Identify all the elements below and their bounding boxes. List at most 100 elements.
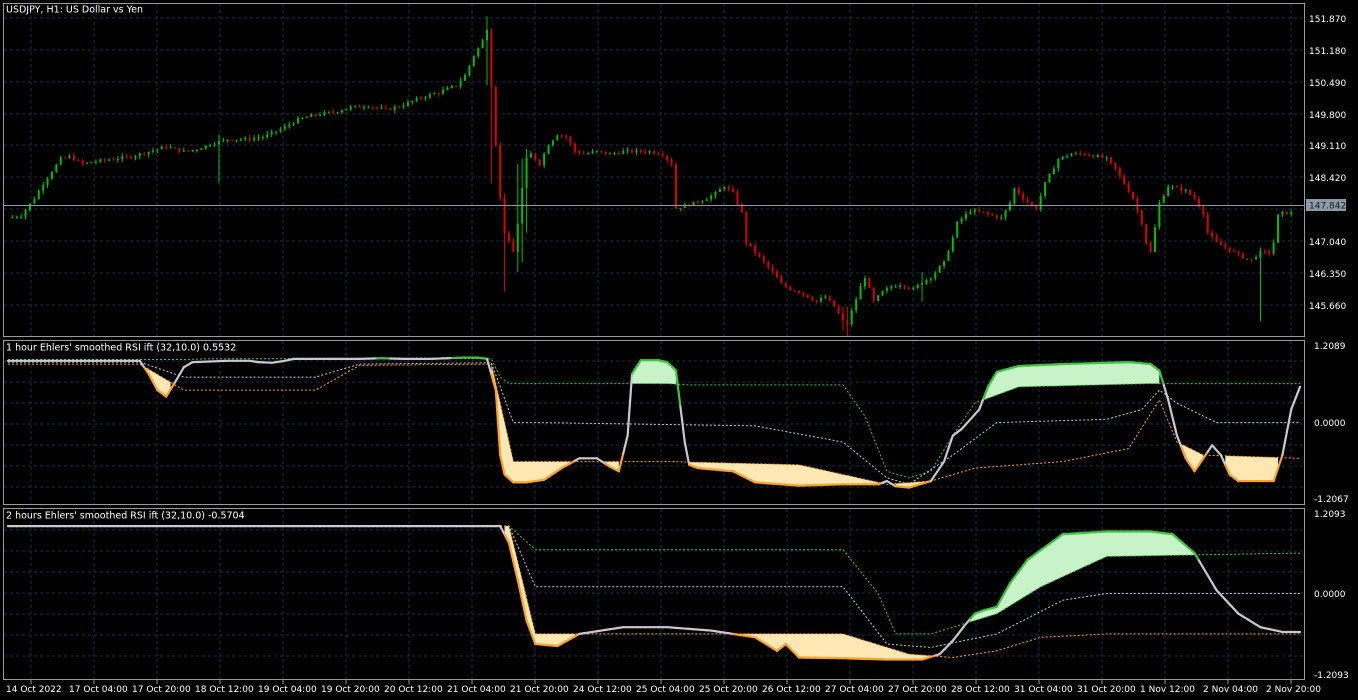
candle-body — [1083, 153, 1086, 155]
candle-body — [762, 256, 765, 262]
candle-body — [1061, 156, 1064, 160]
candle-body — [442, 89, 445, 94]
candle-body — [516, 223, 519, 253]
candle-body — [376, 107, 379, 109]
candle-body — [1272, 242, 1275, 254]
candle-body — [134, 156, 137, 158]
candle-body — [1263, 250, 1266, 252]
candle-body — [718, 189, 721, 193]
candle-body — [534, 153, 537, 160]
candle-body — [297, 118, 300, 124]
candle-body — [1088, 154, 1091, 156]
candle-body — [191, 149, 194, 151]
candle-body — [789, 286, 792, 291]
candle-body — [354, 105, 357, 107]
candle-body — [86, 162, 89, 164]
ind2-scale-min: -1.2093 — [1314, 671, 1349, 681]
time-label: 18 Oct 12:00 — [195, 685, 254, 695]
candle-body — [512, 241, 515, 253]
candle-body — [1206, 214, 1209, 233]
main-line-segment — [1175, 434, 1183, 449]
trading-chart[interactable]: 147.842 USDJPY, H1: US Dollar vs Yen 1 h… — [0, 0, 1358, 700]
price-tick: 151.870 — [1309, 15, 1346, 25]
candle-body — [793, 290, 796, 292]
candle-body — [160, 146, 163, 150]
price-tick: 151.180 — [1309, 47, 1346, 57]
candle-body — [173, 147, 176, 149]
time-label: 21 Oct 04:00 — [447, 685, 506, 695]
candle-body — [121, 156, 124, 159]
main-line-segment — [934, 466, 941, 476]
time-label: 24 Oct 12:00 — [573, 685, 632, 695]
candle-body — [982, 211, 985, 213]
candle-body — [1215, 236, 1218, 242]
candle-body — [1281, 211, 1284, 215]
candle-body — [195, 149, 198, 151]
candle-body — [384, 107, 387, 109]
candle-body — [600, 150, 603, 152]
candle-body — [1180, 187, 1183, 191]
time-label: 26 Oct 12:00 — [762, 685, 821, 695]
candle-body — [714, 192, 717, 196]
candle-body — [152, 150, 155, 152]
candle-body — [811, 297, 814, 301]
candle-body — [389, 108, 392, 110]
price-tick: 149.110 — [1309, 142, 1346, 152]
current-price-label: 147.842 — [1309, 202, 1346, 212]
candle-body — [327, 111, 330, 113]
ind1-scale-zero: 0.0000 — [1314, 419, 1346, 429]
candle-body — [1277, 214, 1280, 243]
candle-body — [415, 97, 418, 101]
candle-body — [951, 237, 954, 252]
price-panel[interactable] — [3, 3, 1305, 337]
price-tick: 150.490 — [1309, 79, 1346, 89]
candle-body — [1048, 173, 1051, 183]
candle-body — [253, 138, 256, 140]
candle-body — [46, 178, 49, 185]
candle-body — [582, 153, 585, 155]
candle-body — [912, 288, 915, 290]
main-line-segment — [1171, 416, 1179, 437]
candle-body — [1030, 202, 1033, 206]
candle-body — [1162, 195, 1165, 203]
main-line-segment — [173, 373, 181, 384]
candle-body — [622, 150, 625, 154]
candle-body — [1175, 186, 1178, 188]
candle-body — [1268, 251, 1271, 254]
candle-body — [960, 218, 963, 222]
main-line-segment — [1211, 581, 1218, 592]
time-label: 14 Oct 2022 — [6, 685, 62, 695]
candle-body — [877, 295, 880, 301]
candle-body — [565, 135, 568, 137]
candle-body — [108, 159, 111, 161]
time-scale[interactable]: 14 Oct 2022 17 Oct 04:00 17 Oct 20:00 18 Oc… — [6, 680, 1321, 695]
candle-body — [147, 151, 150, 155]
candle-body — [595, 150, 598, 152]
candle-body — [850, 310, 853, 325]
candle-body — [204, 145, 207, 149]
candle-body — [617, 153, 620, 155]
candlestick-series — [11, 16, 1293, 336]
candle-body — [784, 283, 787, 287]
candle-body — [1228, 247, 1231, 252]
ind2-scale-zero: 0.0000 — [1314, 590, 1346, 600]
candle-body — [99, 159, 102, 162]
candle-body — [863, 278, 866, 287]
candle-body — [477, 48, 480, 57]
candle-body — [635, 150, 638, 153]
candle-body — [1233, 251, 1236, 253]
candle-body — [885, 288, 888, 291]
price-scale[interactable]: 151.870 151.180 150.490 149.800 149.110 … — [1309, 15, 1346, 312]
candle-body — [178, 148, 181, 152]
candle-body — [1224, 244, 1227, 248]
candle-body — [943, 260, 946, 267]
candle-body — [661, 154, 664, 156]
candle-body — [406, 102, 409, 106]
main-line-segment — [1219, 453, 1227, 466]
time-label: 2 Nov 20:00 — [1266, 685, 1321, 695]
ind1-scale-min: -1.2067 — [1314, 495, 1349, 505]
candle-body — [213, 144, 216, 146]
candle-body — [1092, 155, 1095, 158]
candle-body — [947, 251, 950, 261]
candle-body — [239, 139, 242, 141]
